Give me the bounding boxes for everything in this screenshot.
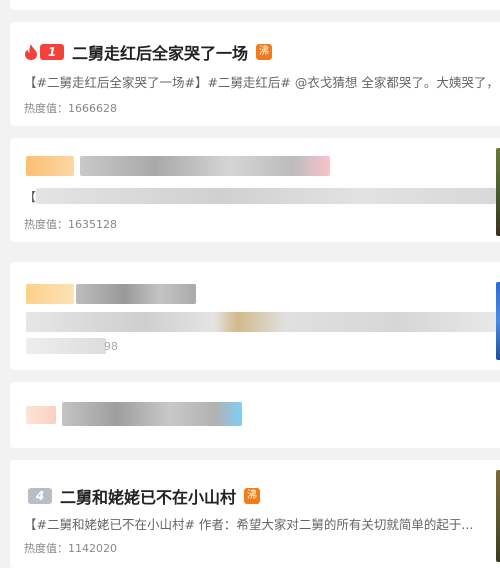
- item-description: 【#二舅走红后全家哭了一场#】#二舅走红后# @衣戈猜想 全家都哭了。大姨哭了，: [24, 75, 499, 90]
- blurred-rank-badge: [26, 284, 74, 304]
- heat-partial: 98: [104, 340, 118, 353]
- heat-number: 1666628: [68, 102, 117, 115]
- heat-label: 热度值：: [24, 218, 68, 231]
- blurred-heat: [26, 338, 106, 354]
- thumbnail-edge: [496, 282, 500, 360]
- thumbnail-edge: [496, 470, 500, 562]
- hot-search-item[interactable]: 1 二舅走红后全家哭了一场 沸 【#二舅走红后全家哭了一场#】#二舅走红后# @…: [10, 22, 500, 126]
- item-title-row: 4 二舅和姥姥已不在小山村 沸: [24, 484, 261, 508]
- thumbnail-edge: [496, 148, 500, 236]
- heat-value: 热度值：1142020: [24, 540, 117, 556]
- item-title[interactable]: 二舅走红后全家哭了一场: [72, 40, 248, 64]
- hot-tag-badge: 沸: [244, 488, 261, 504]
- rank-badge: 1: [40, 44, 64, 60]
- blurred-description: [26, 312, 496, 332]
- rank-badge: 4: [28, 488, 52, 504]
- item-title[interactable]: 二舅和姥姥已不在小山村: [60, 484, 236, 508]
- heat-label: 热度值：: [24, 542, 68, 555]
- heat-number: 1635128: [68, 218, 117, 231]
- heat-label: 热度值：: [24, 102, 68, 115]
- heat-number: 1142020: [68, 542, 117, 555]
- blurred-rank-badge: [26, 406, 56, 424]
- heat-value: 热度值：1635128: [24, 216, 117, 232]
- blurred-title: [80, 156, 330, 176]
- previous-card-edge: [10, 0, 500, 10]
- blurred-rank-badge: [26, 156, 74, 176]
- hot-search-item[interactable]: 【 热度值：1635128: [10, 138, 500, 242]
- heat-value: 热度值：1666628: [24, 100, 117, 116]
- fire-icon: [24, 44, 38, 60]
- item-description: 【: [24, 190, 37, 204]
- hot-search-item[interactable]: 98: [10, 262, 500, 370]
- item-title-row: 1 二舅走红后全家哭了一场 沸: [24, 40, 273, 64]
- blurred-title: [62, 402, 242, 426]
- hot-tag-badge: 沸: [256, 44, 273, 60]
- blurred-title: [76, 284, 196, 304]
- item-description: 【#二舅和姥姥已不在小山村# 作者：希望大家对二舅的所有关切就简单的起于...: [24, 517, 474, 532]
- hot-search-item[interactable]: 4 二舅和姥姥已不在小山村 沸 【#二舅和姥姥已不在小山村# 作者：希望大家对二…: [10, 460, 500, 568]
- hot-search-item[interactable]: [10, 382, 500, 448]
- blurred-description: [36, 188, 496, 204]
